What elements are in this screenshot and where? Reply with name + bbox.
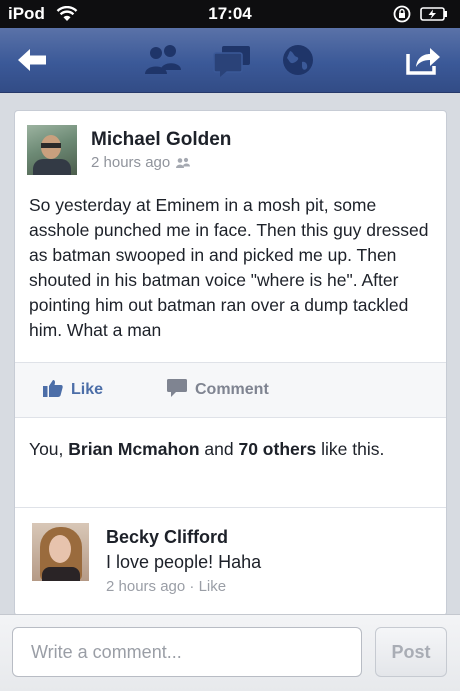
divider bbox=[15, 507, 446, 508]
likes-suffix: like this. bbox=[316, 439, 385, 459]
post-action-row: Like Comment bbox=[15, 363, 446, 417]
share-icon[interactable] bbox=[404, 42, 444, 78]
divider bbox=[15, 417, 446, 418]
nav-bar bbox=[0, 28, 460, 93]
friends-icon[interactable] bbox=[141, 42, 185, 78]
thumbs-up-icon bbox=[43, 380, 63, 397]
comment-body-text: I love people! Haha bbox=[106, 552, 262, 572]
likes-prefix: You, bbox=[29, 439, 69, 459]
author-avatar[interactable] bbox=[27, 125, 77, 175]
commenter-avatar[interactable] bbox=[32, 523, 89, 581]
comment-meta: 2 hours ago · Like bbox=[106, 578, 226, 595]
back-arrow-icon[interactable] bbox=[14, 42, 50, 78]
like-button[interactable]: Like bbox=[43, 379, 103, 399]
battery-charging-icon bbox=[420, 7, 447, 21]
comment-button-label: Comment bbox=[195, 381, 269, 398]
comment-bubble-icon bbox=[167, 379, 187, 397]
post-timestamp: 2 hours ago bbox=[91, 154, 191, 171]
likes-middle: and bbox=[199, 439, 239, 459]
meta-separator: · bbox=[185, 578, 199, 595]
clock-time: 17:04 bbox=[208, 4, 252, 23]
liker-name[interactable]: Brian Mcmahon bbox=[68, 439, 199, 459]
comment-like-link[interactable]: Like bbox=[199, 578, 227, 595]
post-time-text: 2 hours ago bbox=[91, 154, 171, 171]
messages-icon[interactable] bbox=[210, 42, 254, 78]
post-author-name[interactable]: Michael Golden bbox=[91, 129, 231, 151]
rotation-lock-icon bbox=[393, 5, 411, 23]
post-body-text: So yesterday at Eminem in a mosh pit, so… bbox=[29, 195, 429, 340]
friends-audience-icon bbox=[176, 157, 191, 168]
likes-summary[interactable]: You, Brian Mcmahon and 70 others like th… bbox=[29, 437, 429, 462]
comment-button[interactable]: Comment bbox=[167, 379, 269, 399]
post-card: Michael Golden 2 hours ago So yesterday … bbox=[14, 110, 447, 616]
globe-icon[interactable] bbox=[278, 42, 318, 78]
likes-others-count[interactable]: 70 others bbox=[238, 439, 316, 459]
comment-input[interactable] bbox=[12, 627, 362, 677]
status-bar: iPod 17:04 bbox=[0, 0, 460, 28]
comment-composer: Post bbox=[0, 614, 460, 691]
comment-timestamp: 2 hours ago bbox=[106, 578, 186, 595]
post-button[interactable]: Post bbox=[375, 627, 447, 677]
comment-author-name[interactable]: Becky Clifford bbox=[106, 527, 228, 548]
like-button-label: Like bbox=[71, 381, 104, 398]
